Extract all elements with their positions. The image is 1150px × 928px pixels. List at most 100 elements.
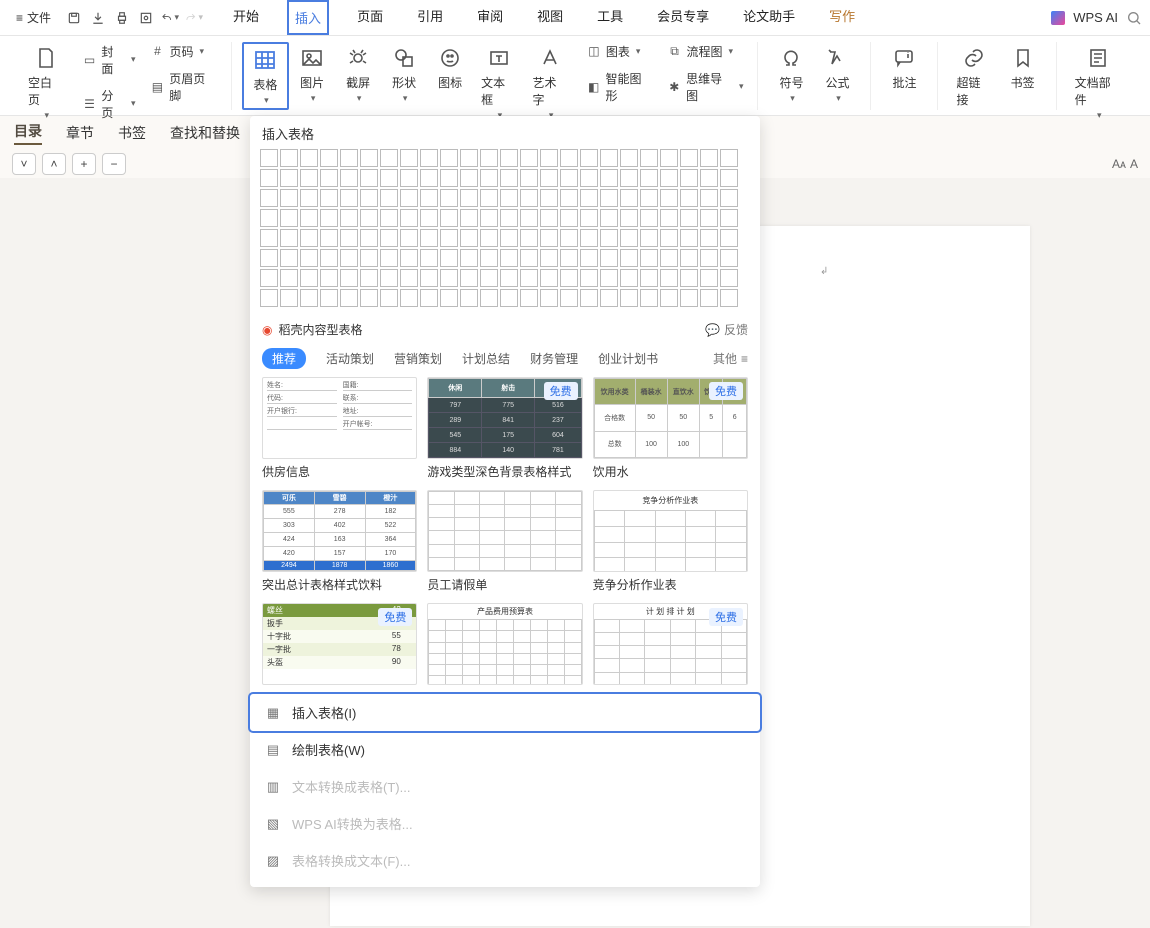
nav-toc[interactable]: 目录: [14, 121, 42, 145]
grid-cell[interactable]: [320, 229, 338, 247]
cat-business-plan[interactable]: 创业计划书: [598, 350, 658, 367]
grid-cell[interactable]: [680, 269, 698, 287]
tab-vip[interactable]: 会员专享: [651, 0, 715, 35]
grid-cell[interactable]: [300, 209, 318, 227]
add-button[interactable]: +: [72, 153, 96, 175]
grid-cell[interactable]: [320, 189, 338, 207]
template-leave-form[interactable]: 员工请假单: [427, 490, 582, 593]
grid-cell[interactable]: [600, 289, 618, 307]
tab-start[interactable]: 开始: [227, 0, 265, 35]
grid-cell[interactable]: [400, 149, 418, 167]
grid-cell[interactable]: [380, 229, 398, 247]
grid-cell[interactable]: [320, 269, 338, 287]
grid-cell[interactable]: [440, 169, 458, 187]
grid-cell[interactable]: [420, 189, 438, 207]
wps-ai-button[interactable]: WPS AI: [1073, 10, 1118, 25]
grid-cell[interactable]: [280, 189, 298, 207]
grid-cell[interactable]: [440, 269, 458, 287]
grid-cell[interactable]: [540, 149, 558, 167]
grid-cell[interactable]: [380, 289, 398, 307]
section-button[interactable]: ☰分页: [78, 86, 140, 122]
cat-other[interactable]: 其他 ≡: [713, 350, 748, 367]
grid-cell[interactable]: [700, 289, 718, 307]
search-icon[interactable]: [1126, 10, 1142, 26]
tab-page[interactable]: 页面: [351, 0, 389, 35]
grid-cell[interactable]: [540, 289, 558, 307]
grid-cell[interactable]: [440, 229, 458, 247]
print-icon[interactable]: [113, 9, 131, 27]
grid-cell[interactable]: [360, 229, 378, 247]
grid-cell[interactable]: [300, 269, 318, 287]
grid-cell[interactable]: [260, 269, 278, 287]
collapse-button[interactable]: ˄: [42, 153, 66, 175]
template-water[interactable]: 免费 饮用水类桶装水直饮水饮水X²型合格数505056总数100100 饮用水: [593, 377, 748, 480]
grid-cell[interactable]: [380, 189, 398, 207]
grid-cell[interactable]: [480, 289, 498, 307]
grid-cell[interactable]: [440, 149, 458, 167]
grid-cell[interactable]: [440, 189, 458, 207]
grid-cell[interactable]: [420, 269, 438, 287]
grid-cell[interactable]: [360, 269, 378, 287]
grid-cell[interactable]: [380, 269, 398, 287]
grid-cell[interactable]: [600, 149, 618, 167]
grid-cell[interactable]: [640, 229, 658, 247]
grid-cell[interactable]: [660, 269, 678, 287]
grid-cell[interactable]: [380, 149, 398, 167]
grid-cell[interactable]: [480, 189, 498, 207]
grid-cell[interactable]: [520, 229, 538, 247]
grid-cell[interactable]: [420, 289, 438, 307]
grid-cell[interactable]: [500, 189, 518, 207]
grid-cell[interactable]: [320, 209, 338, 227]
grid-cell[interactable]: [640, 169, 658, 187]
grid-cell[interactable]: [700, 209, 718, 227]
grid-cell[interactable]: [260, 229, 278, 247]
grid-cell[interactable]: [440, 209, 458, 227]
grid-cell[interactable]: [300, 149, 318, 167]
grid-cell[interactable]: [720, 149, 738, 167]
grid-cell[interactable]: [660, 289, 678, 307]
grid-cell[interactable]: [540, 269, 558, 287]
grid-cell[interactable]: [520, 209, 538, 227]
grid-cell[interactable]: [260, 149, 278, 167]
grid-cell[interactable]: [620, 149, 638, 167]
grid-cell[interactable]: [380, 209, 398, 227]
grid-cell[interactable]: [400, 269, 418, 287]
grid-cell[interactable]: [660, 209, 678, 227]
grid-cell[interactable]: [500, 289, 518, 307]
grid-cell[interactable]: [460, 269, 478, 287]
grid-cell[interactable]: [340, 229, 358, 247]
save-icon[interactable]: [65, 9, 83, 27]
template-plan[interactable]: 免费 计 划 排 计 划: [593, 603, 748, 685]
grid-cell[interactable]: [280, 149, 298, 167]
grid-cell[interactable]: [460, 249, 478, 267]
grid-cell[interactable]: [320, 169, 338, 187]
grid-cell[interactable]: [460, 289, 478, 307]
grid-cell[interactable]: [580, 249, 598, 267]
grid-cell[interactable]: [700, 249, 718, 267]
grid-cell[interactable]: [440, 289, 458, 307]
grid-cell[interactable]: [600, 189, 618, 207]
grid-cell[interactable]: [560, 229, 578, 247]
grid-cell[interactable]: [680, 229, 698, 247]
grid-cell[interactable]: [500, 209, 518, 227]
cat-marketing[interactable]: 营销策划: [394, 350, 442, 367]
cat-activity[interactable]: 活动策划: [326, 350, 374, 367]
grid-cell[interactable]: [300, 229, 318, 247]
grid-cell[interactable]: [340, 209, 358, 227]
grid-cell[interactable]: [680, 209, 698, 227]
tab-view[interactable]: 视图: [531, 0, 569, 35]
shape-button[interactable]: 形状: [381, 42, 427, 106]
grid-cell[interactable]: [340, 149, 358, 167]
grid-cell[interactable]: [680, 189, 698, 207]
grid-cell[interactable]: [660, 249, 678, 267]
template-cost[interactable]: 产品费用预算表: [427, 603, 582, 685]
expand-button[interactable]: ˅: [12, 153, 36, 175]
grid-cell[interactable]: [560, 289, 578, 307]
grid-cell[interactable]: [400, 209, 418, 227]
tab-insert[interactable]: 插入: [287, 0, 329, 35]
grid-cell[interactable]: [680, 149, 698, 167]
grid-cell[interactable]: [580, 169, 598, 187]
grid-cell[interactable]: [300, 249, 318, 267]
grid-cell[interactable]: [500, 249, 518, 267]
grid-cell[interactable]: [540, 169, 558, 187]
